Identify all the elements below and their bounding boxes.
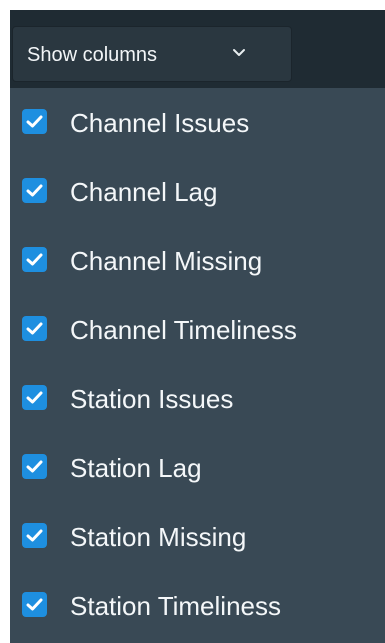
column-option[interactable]: Channel Missing bbox=[10, 226, 385, 295]
checkbox-checked-icon[interactable] bbox=[22, 316, 47, 341]
toolbar: Show columns bbox=[10, 10, 385, 88]
column-option-label: Station Timeliness bbox=[70, 591, 281, 621]
column-option-label: Channel Timeliness bbox=[70, 315, 297, 345]
column-option-label: Channel Lag bbox=[70, 177, 218, 207]
chevron-down-icon bbox=[231, 45, 247, 61]
column-option[interactable]: Channel Lag bbox=[10, 157, 385, 226]
checkbox-checked-icon[interactable] bbox=[22, 247, 47, 272]
column-option[interactable]: Station Issues bbox=[10, 364, 385, 433]
show-columns-panel: Show columns Channel Issues Channel Lag bbox=[10, 10, 385, 643]
checkbox-checked-icon[interactable] bbox=[22, 523, 47, 548]
column-option[interactable]: Channel Timeliness bbox=[10, 295, 385, 364]
column-option[interactable]: Channel Issues bbox=[10, 88, 385, 157]
checkbox-checked-icon[interactable] bbox=[22, 454, 47, 479]
column-option[interactable]: Station Lag bbox=[10, 433, 385, 502]
checkbox-checked-icon[interactable] bbox=[22, 592, 47, 617]
column-option[interactable]: Station Timeliness bbox=[10, 571, 385, 640]
checkbox-checked-icon[interactable] bbox=[22, 178, 47, 203]
checkbox-checked-icon[interactable] bbox=[22, 109, 47, 134]
column-option-label: Station Lag bbox=[70, 453, 202, 483]
column-option-label: Station Missing bbox=[70, 522, 247, 552]
checkbox-checked-icon[interactable] bbox=[22, 385, 47, 410]
show-columns-dropdown[interactable]: Show columns bbox=[12, 26, 292, 82]
show-columns-label: Show columns bbox=[27, 44, 158, 66]
column-option-label: Channel Missing bbox=[70, 246, 263, 276]
column-option-label: Station Issues bbox=[70, 384, 234, 414]
column-option-label: Channel Issues bbox=[70, 108, 250, 138]
column-option[interactable]: Station Missing bbox=[10, 502, 385, 571]
